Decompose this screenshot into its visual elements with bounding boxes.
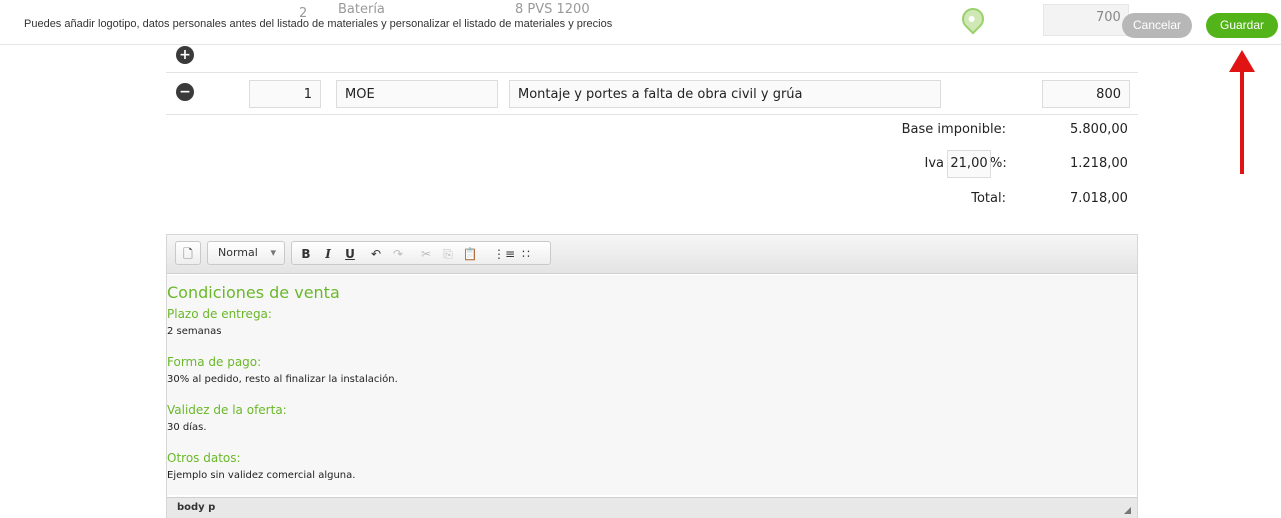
bulleted-list-icon[interactable]: ∷ bbox=[517, 245, 535, 263]
paste-icon[interactable]: 📋 bbox=[461, 245, 479, 263]
section-text: 30% al pedido, resto al finalizar la ins… bbox=[167, 374, 398, 385]
section-text: 30 días. bbox=[167, 422, 207, 433]
undo-icon[interactable]: ↶ bbox=[367, 245, 385, 263]
section-text: Ejemplo sin validez comercial alguna. bbox=[167, 470, 356, 481]
underline-icon[interactable]: U bbox=[341, 245, 359, 263]
format-select[interactable]: Normal ▾ bbox=[207, 241, 285, 265]
base-label: Base imponible: bbox=[901, 122, 1006, 137]
description-input[interactable]: Montaje y portes a falta de obra civil y… bbox=[509, 80, 941, 108]
remove-row-icon[interactable]: − bbox=[176, 83, 194, 101]
editor-content[interactable]: Condiciones de venta Plazo de entrega: 2… bbox=[167, 275, 1137, 495]
hint-text: Puedes añadir logotipo, datos personales… bbox=[24, 18, 613, 30]
new-page-button[interactable]: 🗋 bbox=[175, 241, 201, 265]
chevron-down-icon: ▾ bbox=[270, 246, 276, 259]
section-title: Validez de la oferta: bbox=[167, 403, 287, 417]
new-page-icon: 🗋 bbox=[183, 247, 193, 261]
resize-handle-icon[interactable] bbox=[1124, 507, 1131, 514]
qty-input[interactable]: 1 bbox=[249, 80, 321, 108]
price-input[interactable]: 800 bbox=[1042, 80, 1130, 108]
numbered-list-icon[interactable]: ⋮≡ bbox=[493, 245, 515, 263]
bold-icon[interactable]: B bbox=[297, 245, 315, 263]
divider bbox=[166, 114, 1138, 115]
element-path[interactable]: body p bbox=[177, 498, 215, 518]
editor-statusbar: body p bbox=[167, 497, 1137, 518]
section-title: Plazo de entrega: bbox=[167, 307, 272, 321]
conditions-heading: Condiciones de venta bbox=[167, 283, 340, 302]
ghost-desc: 8 PVS 1200 bbox=[515, 2, 590, 17]
iva-rate-input[interactable]: 21,00 bbox=[947, 150, 991, 178]
rich-text-editor: 🗋 Normal ▾ B I U ↶ ↷ ✂ ⎘ 📋 ⋮≡ ∷ Condicio… bbox=[166, 234, 1138, 518]
add-row-icon[interactable]: + bbox=[176, 46, 194, 64]
base-value: 5.800,00 bbox=[1070, 122, 1128, 137]
location-pin-icon bbox=[957, 3, 989, 35]
ghost-name: Batería bbox=[338, 2, 385, 17]
total-value: 7.018,00 bbox=[1070, 191, 1128, 206]
copy-icon[interactable]: ⎘ bbox=[439, 245, 457, 263]
iva-pct-label: %: bbox=[990, 156, 1007, 171]
divider bbox=[166, 72, 1138, 73]
cut-icon[interactable]: ✂ bbox=[417, 245, 435, 263]
format-value: Normal bbox=[218, 246, 258, 259]
section-title: Otros datos: bbox=[167, 451, 241, 465]
redo-icon[interactable]: ↷ bbox=[389, 245, 407, 263]
total-label: Total: bbox=[971, 191, 1006, 206]
iva-value: 1.218,00 bbox=[1070, 156, 1128, 171]
annotation-arrow bbox=[1240, 66, 1244, 174]
italic-icon[interactable]: I bbox=[319, 245, 337, 263]
toolbar-button-group: B I U ↶ ↷ ✂ ⎘ 📋 ⋮≡ ∷ bbox=[291, 241, 551, 265]
code-input[interactable]: MOE bbox=[336, 80, 498, 108]
top-bar: 2 Batería 8 PVS 1200 700 Puedes añadir l… bbox=[0, 0, 1281, 45]
section-title: Forma de pago: bbox=[167, 355, 262, 369]
section-text: 2 semanas bbox=[167, 326, 222, 337]
iva-label: Iva bbox=[924, 156, 945, 171]
editor-toolbar: 🗋 Normal ▾ B I U ↶ ↷ ✂ ⎘ 📋 ⋮≡ ∷ bbox=[167, 235, 1137, 274]
ghost-price: 700 bbox=[1096, 10, 1121, 25]
cancel-button[interactable]: Cancelar bbox=[1122, 13, 1192, 38]
save-button[interactable]: Guardar bbox=[1206, 13, 1278, 38]
